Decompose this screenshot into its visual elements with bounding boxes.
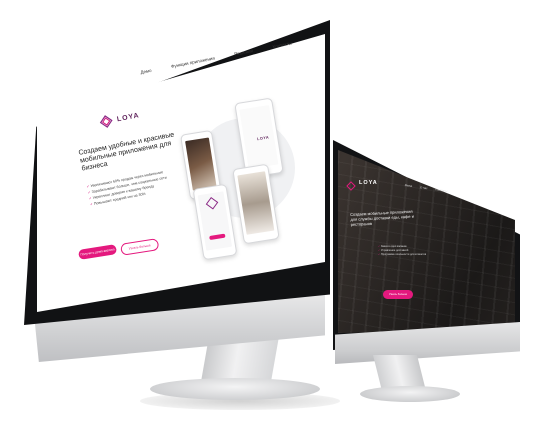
diamond-logo-icon <box>346 178 356 191</box>
small-logo[interactable]: LOYA <box>346 178 378 191</box>
brand-name: LOYA <box>116 111 141 123</box>
phone-brand: LOYA <box>256 135 270 142</box>
nav-item-contacts[interactable]: Контакты <box>272 41 297 74</box>
large-monitor-stand-base <box>150 378 320 400</box>
nav-item-solutions[interactable]: Решения <box>234 48 258 81</box>
diamond-logo-icon <box>205 196 226 240</box>
small-learn-more-button[interactable]: Узнать больше <box>383 290 413 299</box>
brand-name: LOYA <box>359 180 378 186</box>
diamond-logo-icon <box>98 113 114 129</box>
small-features-list: Заказ в одно касание Управление доставко… <box>378 245 448 258</box>
small-feature-item: Программа лояльности для клиентов <box>378 253 448 257</box>
small-nav-item[interactable]: Меню <box>404 183 412 188</box>
small-nav-item[interactable]: О нас <box>420 185 428 190</box>
small-monitor-stand-base <box>360 386 460 402</box>
devices-mockup: Демо Функции приложения Решения Контакты… <box>0 0 547 425</box>
